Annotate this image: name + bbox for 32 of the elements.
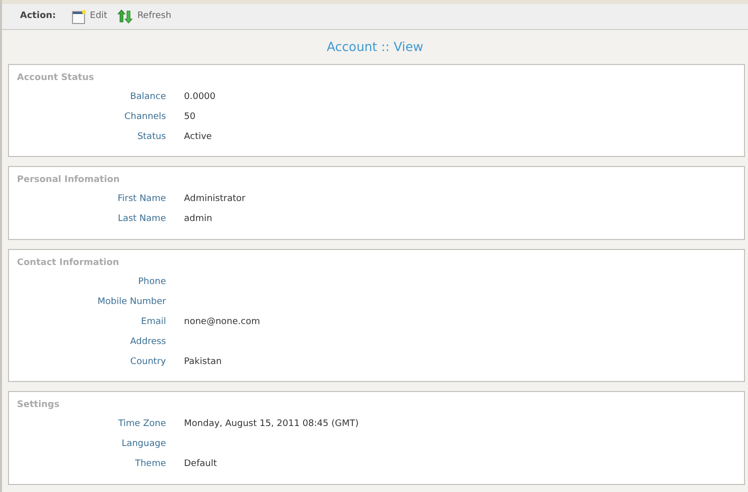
refresh-icon [117, 9, 134, 24]
field-value: admin [184, 213, 212, 226]
window-icon [72, 10, 86, 24]
field-value: Administrator [184, 193, 246, 206]
field-label: Phone [137, 276, 166, 288]
field-label: Language [120, 438, 166, 451]
field-label: Time Zone [117, 418, 166, 431]
field-label: Channels [123, 110, 166, 124]
field-value: Default [184, 458, 217, 471]
section-title: Contact Information [16, 256, 120, 270]
field-label: Address [129, 336, 166, 348]
field-value: Monday, August 15, 2011 08:45 (GMT) [184, 418, 359, 431]
section-title: Account Status [16, 72, 95, 85]
field-label: First Name [116, 193, 166, 206]
field-value: Pakistan [184, 356, 222, 368]
field-label: Status [136, 130, 166, 144]
field-value: none@none.com [184, 316, 260, 328]
edit-button[interactable]: Edit [72, 10, 108, 24]
field-label: Balance [129, 90, 166, 104]
section-title: Personal Infomation [16, 174, 121, 188]
page-title: Account :: View [326, 38, 424, 56]
action-label: Action: [20, 10, 56, 23]
field-label: Last Name [116, 213, 166, 226]
field-value: Active [184, 130, 212, 144]
field-label: Mobile Number [96, 296, 166, 308]
field-label: Email [140, 316, 166, 328]
field-value: 50 [184, 110, 196, 124]
section-title: Settings [16, 399, 60, 412]
field-label: Country [129, 356, 166, 368]
refresh-button[interactable]: Refresh [117, 9, 172, 24]
field-value: 0.0000 [184, 90, 216, 104]
field-label: Theme [134, 458, 166, 471]
